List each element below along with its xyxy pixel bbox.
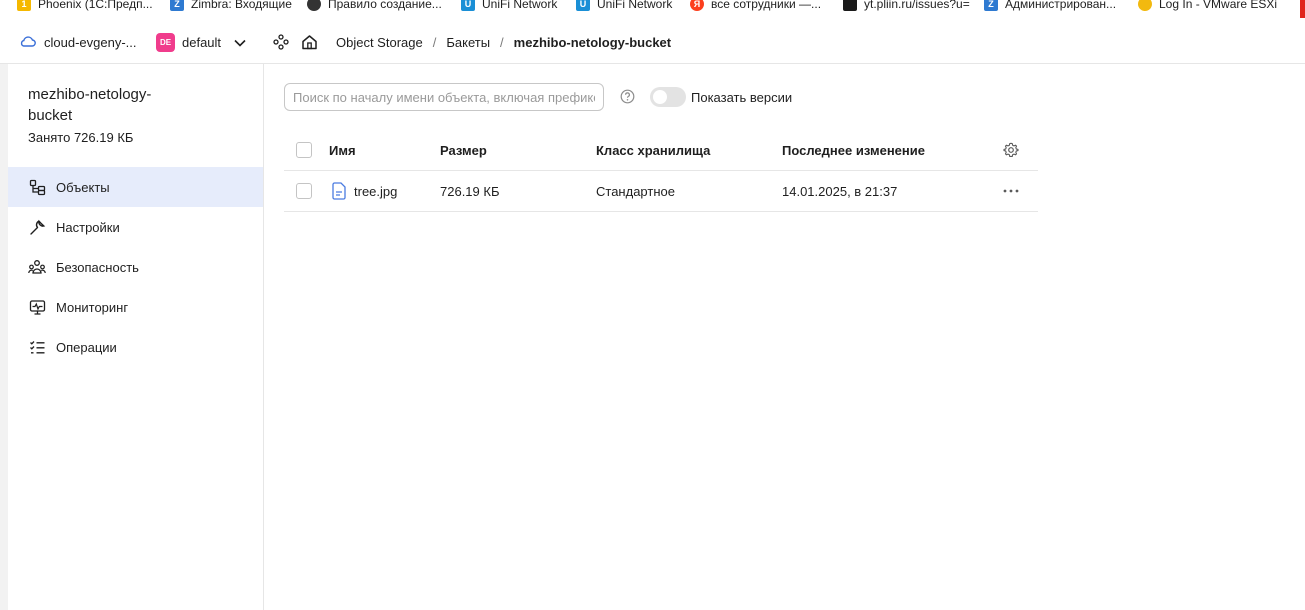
bookmarks-bar: 1 Phoenix (1С:Предп... Z Zimbra: Входящи… xyxy=(0,0,1305,20)
top-navigation-bar: cloud-evgeny-... DE default Object Stora… xyxy=(0,20,1305,64)
bookmark-esxi[interactable]: Log In - VMware ESXi xyxy=(1138,0,1277,14)
sidebar-item-label: Объекты xyxy=(56,179,110,195)
1c-icon: 1 xyxy=(17,0,31,11)
left-edge-strip xyxy=(0,64,8,610)
sidebar-item-settings[interactable]: Настройки xyxy=(8,207,263,247)
column-header-size[interactable]: Размер xyxy=(440,130,487,170)
folder-badge: DE xyxy=(156,32,175,52)
bookmark-zimbra[interactable]: Z Zimbra: Входящие xyxy=(170,0,292,14)
bucket-title: mezhibo-netology-bucket xyxy=(28,86,152,124)
monitor-icon xyxy=(28,298,46,316)
breadcrumb-object-storage[interactable]: Object Storage xyxy=(336,35,423,50)
bookmark-rule[interactable]: Правило создание... xyxy=(307,0,442,14)
bookmark-unifi-1[interactable]: U UniFi Network xyxy=(461,0,557,14)
cloud-selector[interactable]: cloud-evgeny-... xyxy=(19,33,137,51)
sidebar-item-label: Мониторинг xyxy=(56,299,129,315)
more-actions-icon[interactable] xyxy=(1003,171,1019,211)
key-icon xyxy=(1138,0,1152,11)
globe-icon xyxy=(307,0,321,11)
bucket-used-size: Занято 726.19 КБ xyxy=(28,130,134,145)
sidebar-item-objects[interactable]: Объекты xyxy=(8,167,263,207)
column-header-modified[interactable]: Последнее изменение xyxy=(782,130,925,170)
breadcrumb-buckets[interactable]: Бакеты xyxy=(446,35,490,50)
unifi-icon: U xyxy=(461,0,475,11)
operations-icon xyxy=(28,338,46,356)
sidebar-item-label: Безопасность xyxy=(56,259,139,275)
yandex-icon: Я xyxy=(690,0,704,11)
table-row[interactable]: tree.jpg 726.19 КБ Стандартное 14.01.202… xyxy=(284,171,1038,212)
sidebar-item-monitoring[interactable]: Мониторинг xyxy=(8,287,263,327)
show-versions-toggle[interactable] xyxy=(650,87,686,107)
objects-icon xyxy=(28,178,46,196)
zimbra-icon: Z xyxy=(984,0,998,11)
toggle-knob xyxy=(653,90,667,104)
select-all-checkbox[interactable] xyxy=(296,142,312,158)
unifi-icon: U xyxy=(576,0,590,11)
wrench-icon xyxy=(28,218,46,236)
column-header-name[interactable]: Имя xyxy=(329,130,356,170)
browser-edge xyxy=(1300,0,1305,18)
gear-icon[interactable] xyxy=(1003,130,1019,170)
sidebar-item-security[interactable]: Безопасность xyxy=(8,247,263,287)
column-header-storage-class[interactable]: Класс хранилища xyxy=(596,130,710,170)
file-name: tree.jpg xyxy=(354,183,398,199)
sidebar-nav: Объекты Настройки Безопасность Мониторин… xyxy=(8,167,263,367)
search-input[interactable] xyxy=(284,83,604,111)
home-icon[interactable] xyxy=(301,34,318,50)
chevron-down-icon xyxy=(234,35,246,50)
services-icon[interactable] xyxy=(273,34,289,50)
show-versions-label: Показать версии xyxy=(691,90,793,105)
sidebar-item-operations[interactable]: Операции xyxy=(8,327,263,367)
sidebar: mezhibo-netology-bucket Занято 726.19 КБ… xyxy=(8,64,264,610)
sidebar-item-label: Операции xyxy=(56,339,117,355)
file-storage-class: Стандартное xyxy=(596,183,675,199)
file-name-link[interactable]: tree.jpg xyxy=(331,182,397,200)
folder-name: default xyxy=(182,34,222,50)
bookmark-employees[interactable]: Я все сотрудники —... xyxy=(690,0,821,14)
breadcrumb-separator: / xyxy=(432,34,437,50)
breadcrumb-current-bucket: mezhibo-netology-bucket xyxy=(513,34,672,50)
row-checkbox[interactable] xyxy=(296,183,312,199)
zimbra-icon: Z xyxy=(170,0,184,11)
bookmark-phoenix[interactable]: 1 Phoenix (1С:Предп... xyxy=(17,0,153,14)
sidebar-item-label: Настройки xyxy=(56,219,120,235)
file-size: 726.19 КБ xyxy=(440,183,500,199)
file-modified: 14.01.2025, в 21:37 xyxy=(782,183,898,199)
bookmark-unifi-2[interactable]: U UniFi Network xyxy=(576,0,672,14)
help-icon[interactable] xyxy=(620,89,635,107)
cloud-name: cloud-evgeny-... xyxy=(44,34,137,50)
folder-selector[interactable]: DE default xyxy=(156,32,246,52)
breadcrumb-separator: / xyxy=(500,34,504,50)
users-icon xyxy=(28,258,46,276)
breadcrumb: Object Storage / Бакеты / mezhibo-netolo… xyxy=(273,32,671,52)
bookmark-admin[interactable]: Z Администрирован... xyxy=(984,0,1116,14)
youtrack-icon xyxy=(843,0,857,11)
objects-table: Имя Размер Класс хранилища Последнее изм… xyxy=(284,130,1038,212)
file-icon xyxy=(331,182,347,200)
cloud-icon xyxy=(19,35,36,50)
bookmark-youtrack[interactable]: yt.pliin.ru/issues?u= xyxy=(843,0,970,14)
table-header-row: Имя Размер Класс хранилища Последнее изм… xyxy=(284,130,1038,171)
